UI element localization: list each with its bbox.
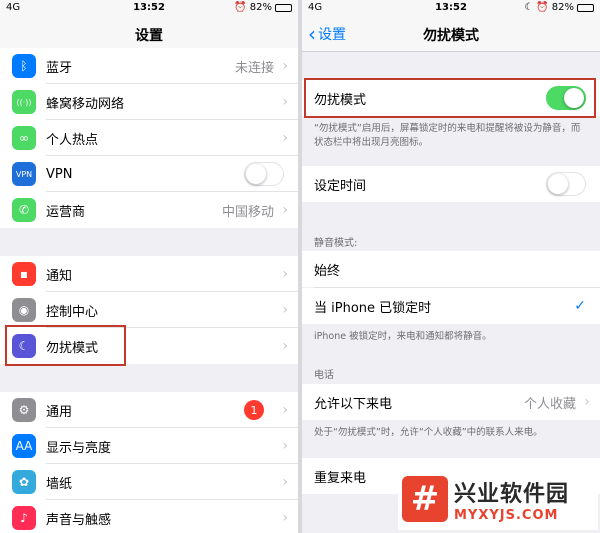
antenna-icon: ((·)) <box>12 90 36 114</box>
control-center-icon: ◉ <box>12 298 36 322</box>
sound-icon: ♪ <box>12 506 36 530</box>
chevron-right-icon: › <box>282 58 288 74</box>
allow-calls-row[interactable]: 允许以下来电 个人收藏 › <box>302 384 600 420</box>
settings-row-label: 个人热点 <box>46 132 99 148</box>
always-label: 始终 <box>314 263 341 279</box>
alarm-icon: ⏰ <box>234 2 247 13</box>
settings-row-label: 墙纸 <box>46 476 73 492</box>
chevron-right-icon: › <box>282 202 288 218</box>
chevron-right-icon: › <box>282 302 288 318</box>
locked-note: iPhone 被锁定时，来电和通知都将静音。 <box>314 331 492 342</box>
chevron-right-icon: › <box>282 402 288 418</box>
alarm-icon: ⏰ <box>536 2 549 13</box>
watermark-text: 兴业软件园 MYXYJS.COM <box>454 476 569 523</box>
schedule-toggle[interactable] <box>546 172 586 196</box>
page-title: 设置 <box>135 28 163 44</box>
settings-row-value: 未连接 <box>234 60 274 76</box>
settings-row-label: 控制中心 <box>46 304 99 320</box>
settings-row-value: 中国移动 <box>221 204 274 220</box>
settings-row-cellular[interactable]: ((·)) 蜂窝移动网络 › <box>0 84 298 120</box>
checkmark-icon: ✓ <box>574 298 586 314</box>
settings-row-bluetooth[interactable]: ᛒ 蓝牙 未连接 › <box>0 48 298 84</box>
status-bar: 4G 13:52 ⏰ 82% <box>0 0 298 16</box>
moon-status-icon: ☾ <box>524 2 534 13</box>
schedule-label: 设定时间 <box>314 178 367 194</box>
chevron-right-icon: › <box>282 130 288 146</box>
watermark: # 兴业软件园 MYXYJS.COM <box>398 468 598 530</box>
chevron-right-icon: › <box>282 474 288 490</box>
settings-row-label: 通知 <box>46 268 73 284</box>
settings-row-label: 蜂窝移动网络 <box>46 96 125 112</box>
settings-row-wallpaper[interactable]: ✿ 墙纸 › <box>0 464 298 500</box>
settings-row-notifications[interactable]: ▪ 通知 › <box>0 256 298 292</box>
vpn-toggle[interactable] <box>244 162 284 186</box>
toggle-knob <box>246 164 266 184</box>
settings-row-label: VPN <box>46 166 73 182</box>
settings-row-control-center[interactable]: ◉ 控制中心 › <box>0 292 298 328</box>
locked-row[interactable]: 当 iPhone 已锁定时 ✓ <box>302 288 600 324</box>
allow-note: 处于“勿扰模式”时，允许“个人收藏”中的联系人来电。 <box>314 427 543 438</box>
schedule-row[interactable]: 设定时间 <box>302 166 600 202</box>
settings-row-sounds[interactable]: ♪ 声音与触感 › <box>0 500 298 533</box>
chevron-right-icon: › <box>584 394 590 410</box>
settings-row-display[interactable]: AA 显示与亮度 › <box>0 428 298 464</box>
settings-row-label: 蓝牙 <box>46 60 73 76</box>
allow-value: 个人收藏 <box>523 396 576 412</box>
settings-row-label: 显示与亮度 <box>46 440 112 456</box>
nav-bar: 设置 <box>0 16 298 52</box>
phone-header: 电话 <box>314 370 334 381</box>
hotspot-icon: ∞ <box>12 126 36 150</box>
settings-row-hotspot[interactable]: ∞ 个人热点 › <box>0 120 298 156</box>
settings-row-carrier[interactable]: ✆ 运营商 中国移动 › <box>0 192 298 228</box>
display-icon: AA <box>12 434 36 458</box>
locked-label: 当 iPhone 已锁定时 <box>314 300 432 316</box>
phone-icon: ✆ <box>12 198 36 222</box>
battery-icon <box>275 3 292 12</box>
highlight-box <box>5 325 126 366</box>
nav-bar: ‹ 设置 勿扰模式 <box>302 16 600 52</box>
allow-label: 允许以下来电 <box>314 396 393 412</box>
chevron-right-icon: › <box>282 94 288 110</box>
repeat-label: 重复来电 <box>314 470 367 486</box>
dnd-screen: 4G 13:52 ☾ ⏰ 82% ‹ 设置 勿扰模式 勿扰模式 “勿扰模式”启用… <box>302 0 600 533</box>
notification-icon: ▪ <box>12 262 36 286</box>
settings-row-label: 运营商 <box>46 204 86 220</box>
toggle-knob <box>548 174 568 194</box>
bluetooth-icon: ᛒ <box>12 54 36 78</box>
settings-row-label: 通用 <box>46 404 73 420</box>
settings-screen: 4G 13:52 ⏰ 82% 设置 ᛒ 蓝牙 未连接 › ((·)) 蜂窝移动网络 › ∞ 个人… <box>0 0 298 533</box>
status-right: ☾ ⏰ 82% <box>524 2 594 13</box>
settings-row-label: 声音与触感 <box>46 512 112 528</box>
watermark-logo-icon: # <box>402 476 448 522</box>
status-right: ⏰ 82% <box>234 2 292 13</box>
highlight-box <box>304 78 596 118</box>
gear-icon: ⚙ <box>12 398 36 422</box>
battery-percent: 82% <box>551 2 574 13</box>
always-row[interactable]: 始终 <box>302 251 600 287</box>
watermark-en: MYXYJS.COM <box>454 507 559 523</box>
chevron-right-icon: › <box>282 510 288 526</box>
settings-row-general[interactable]: ⚙ 通用 1 › <box>0 392 298 428</box>
dnd-note: “勿扰模式”启用后，屏幕锁定时的来电和提醒将被设为静音，而状态栏中将出现月亮图标… <box>314 123 581 148</box>
battery-percent: 82% <box>249 2 272 13</box>
status-bar: 4G 13:52 ☾ ⏰ 82% <box>302 0 600 16</box>
vpn-icon: VPN <box>12 162 36 186</box>
watermark-cn: 兴业软件园 <box>454 481 570 507</box>
settings-row-vpn[interactable]: VPN VPN <box>0 156 298 192</box>
chevron-right-icon: › <box>282 438 288 454</box>
wallpaper-icon: ✿ <box>12 470 36 494</box>
page-title: 勿扰模式 <box>423 28 479 44</box>
silence-header: 静音模式: <box>314 238 358 249</box>
notification-badge: 1 <box>244 400 264 420</box>
screenshot: 4G 13:52 ⏰ 82% 设置 ᛒ 蓝牙 未连接 › ((·)) 蜂窝移动网络 › ∞ 个人… <box>0 0 600 533</box>
battery-icon <box>577 3 594 12</box>
chevron-right-icon: › <box>282 338 288 354</box>
chevron-right-icon: › <box>282 266 288 282</box>
